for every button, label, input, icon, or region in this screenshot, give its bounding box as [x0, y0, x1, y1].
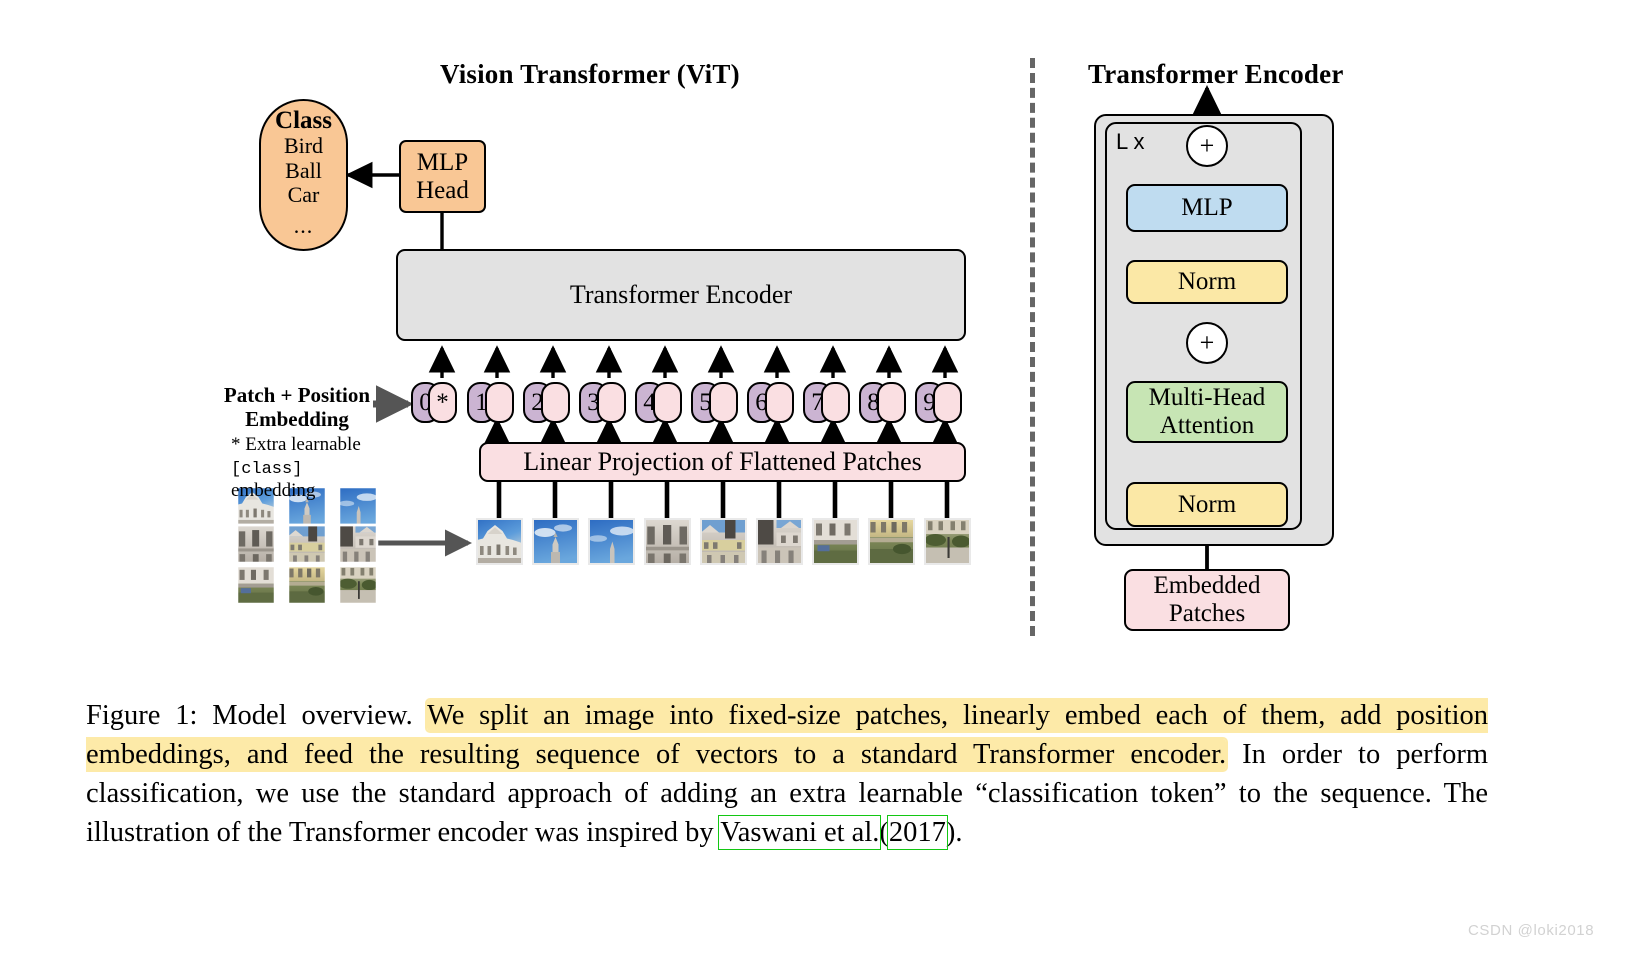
transformer-encoder-box: Transformer Encoder [396, 249, 966, 341]
residual-add-bottom: + [1186, 322, 1228, 364]
mlp-head-box: MLP Head [399, 140, 486, 213]
add-symbol-top: + [1199, 131, 1215, 160]
attention-line2: Attention [1159, 412, 1255, 439]
token-embed-2 [541, 382, 570, 423]
add-symbol-bottom: + [1199, 328, 1215, 357]
embedding-label-line1: Patch + Position [223, 383, 371, 407]
linear-projection-label: Linear Projection of Flattened Patches [523, 447, 922, 477]
multi-head-attention-block: Multi-Head Attention [1126, 381, 1288, 443]
token-capsule-class-star: * [428, 382, 457, 423]
norm-bottom-label: Norm [1177, 490, 1237, 518]
token-embed-4 [653, 382, 682, 423]
token-embed-5 [709, 382, 738, 423]
embedded-patches-line2: Patches [1168, 600, 1246, 627]
class-item-car: Car [287, 182, 320, 208]
norm-top-label: Norm [1177, 268, 1237, 295]
caption-prefix: Figure 1: Model overview. [86, 700, 413, 731]
token-embed-9 [933, 382, 962, 423]
citation-close: ). [945, 817, 963, 849]
repeat-count-label: L x [1116, 129, 1145, 154]
watermark: CSDN @loki2018 [1468, 922, 1595, 939]
class-title: Class [275, 106, 332, 134]
class-item-bird: Bird [283, 133, 324, 159]
residual-add-top: + [1186, 125, 1228, 167]
patch-position-embedding-label: Patch + Position Embedding [222, 383, 372, 431]
token-label-star: * [436, 389, 449, 416]
vit-panel-title: Vision Transformer (ViT) [440, 59, 740, 89]
citation-open: ( [879, 817, 889, 849]
embedding-label-line2: Embedding [245, 407, 349, 432]
source-image-grid [235, 485, 379, 606]
panel-divider [1030, 58, 1035, 636]
mlp-head-line1: MLP [416, 148, 469, 176]
class-ellipsis: ... [293, 213, 314, 239]
transformer-encoder-label: Transformer Encoder [569, 280, 793, 310]
embedded-patches-block: Embedded Patches [1124, 569, 1290, 631]
token-embed-7 [821, 382, 850, 423]
encoder-panel-title: Transformer Encoder [1088, 59, 1344, 89]
citation-author[interactable]: Vaswani et al. [718, 815, 882, 851]
attention-line1: Multi-Head [1148, 384, 1266, 411]
extra-note-tail: embedding [231, 480, 316, 502]
extra-note-line1: * Extra learnable [231, 434, 361, 455]
norm-bottom-block: Norm [1126, 482, 1288, 527]
extra-note-line2: [class] embedding [231, 457, 391, 503]
norm-top-block: Norm [1126, 260, 1288, 304]
token-embed-6 [765, 382, 794, 423]
figure-root: Vision Transformer (ViT) Class Bird Ball… [0, 0, 1626, 955]
citation-year[interactable]: 2017 [886, 815, 948, 851]
token-embed-8 [877, 382, 906, 423]
flattened-patch-sequence [476, 518, 971, 565]
class-token-mono: [class] [231, 459, 303, 479]
mlp-head-line2: Head [416, 176, 469, 204]
mlp-block-label: MLP [1181, 194, 1233, 221]
class-item-ball: Ball [285, 157, 322, 183]
extra-learnable-note: * Extra learnable [class] embedding [231, 434, 391, 503]
mlp-block: MLP [1126, 184, 1288, 232]
figure-caption: Figure 1: Model overview. We split an im… [86, 696, 1488, 852]
linear-projection-box: Linear Projection of Flattened Patches [479, 442, 966, 482]
token-embed-1 [485, 382, 514, 423]
embedded-patches-line1: Embedded [1153, 572, 1261, 599]
class-output-capsule: Class Bird Ball Car ... [259, 99, 348, 251]
token-embed-3 [597, 382, 626, 423]
